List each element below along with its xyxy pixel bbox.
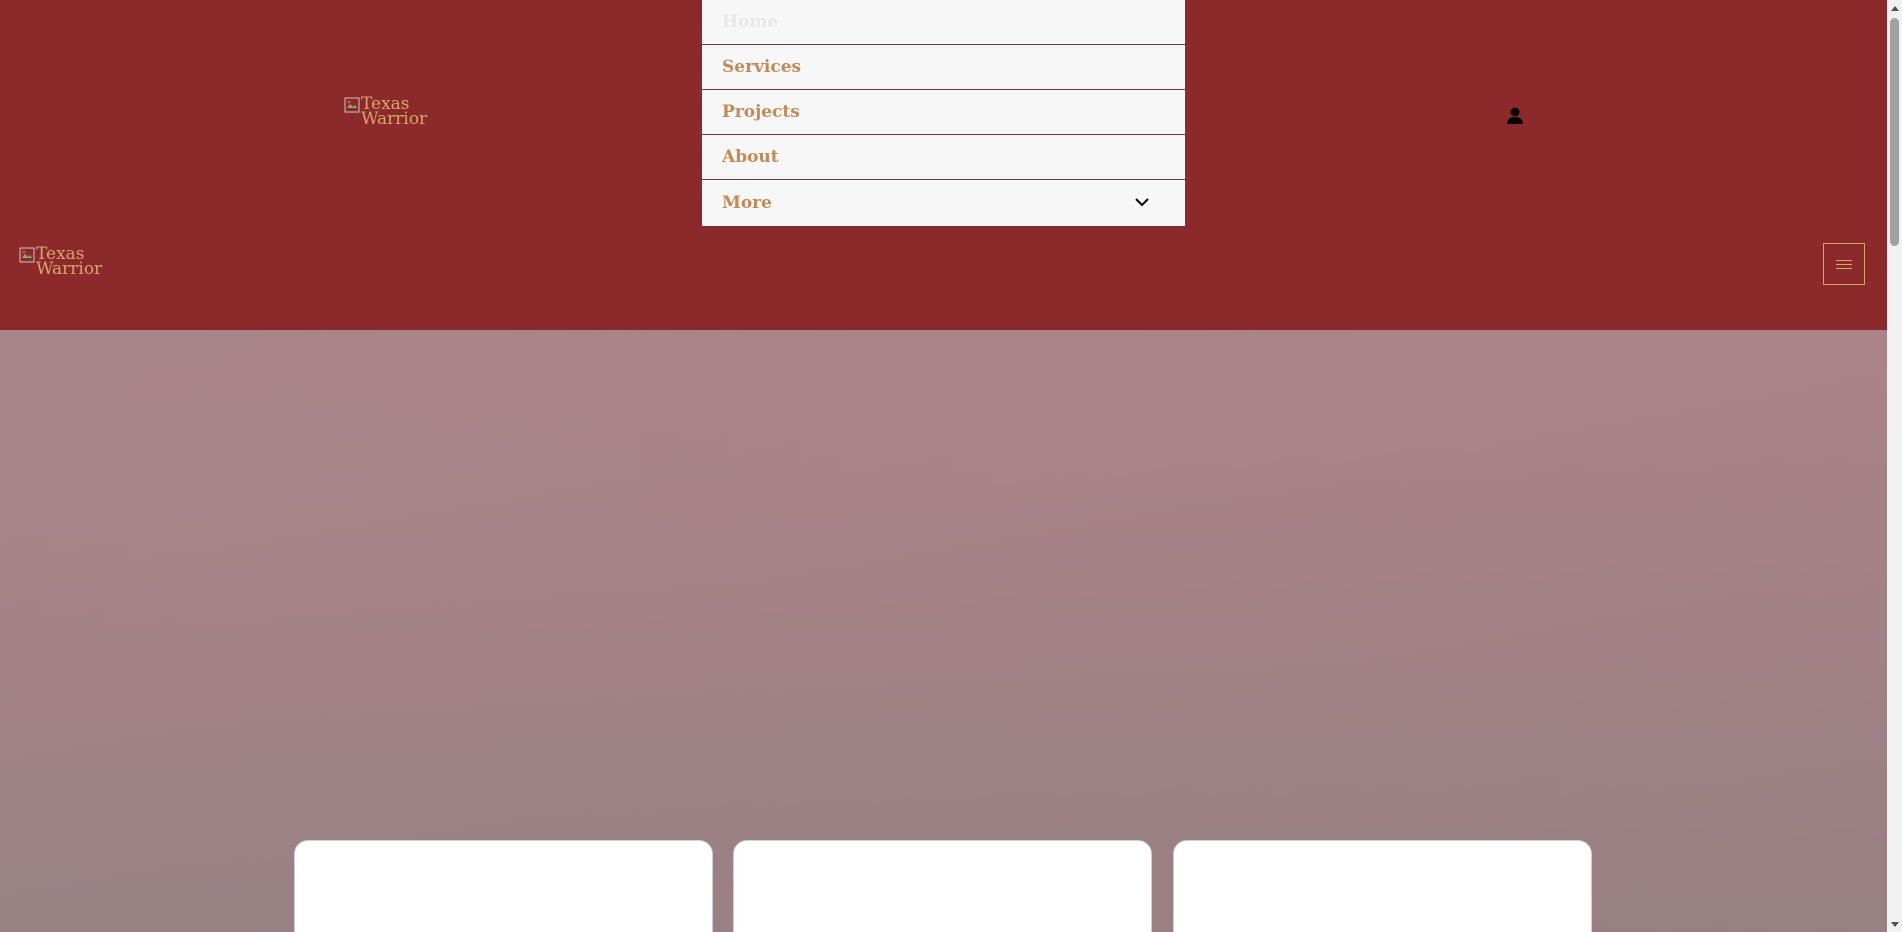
chevron-down-icon (1134, 194, 1150, 210)
vertical-scrollbar[interactable] (1887, 0, 1902, 932)
feature-card (1173, 840, 1592, 932)
feature-card (294, 840, 713, 932)
mobile-site-logo[interactable]: Texas Warrior (19, 246, 103, 279)
scrollbar-thumb[interactable] (1890, 18, 1899, 246)
nav-item-label: Home (722, 12, 779, 32)
nav-item-label: Projects (722, 102, 800, 122)
nav-item-about[interactable]: About (702, 135, 1185, 180)
nav-item-services[interactable]: Services (702, 45, 1185, 90)
logo-text-line2: Warrior (36, 259, 103, 279)
feature-card (733, 840, 1152, 932)
scroll-up-arrow-icon[interactable] (1887, 0, 1902, 15)
broken-image-icon (344, 97, 360, 113)
logo-text-line2: Warrior (361, 109, 428, 129)
scroll-down-arrow-icon[interactable] (1887, 917, 1902, 932)
user-icon[interactable] (1504, 105, 1526, 127)
header-bottom (0, 229, 1887, 330)
nav-item-projects[interactable]: Projects (702, 90, 1185, 135)
hamburger-menu-button[interactable] (1823, 243, 1865, 285)
nav-dropdown: Home Services Projects About More (701, 0, 1186, 227)
broken-image-icon (19, 247, 35, 263)
site-logo[interactable]: Texas Warrior (344, 96, 428, 129)
nav-item-more[interactable]: More (702, 180, 1185, 226)
hamburger-menu-icon (1836, 257, 1852, 272)
nav-item-label: About (722, 147, 779, 167)
nav-item-home[interactable]: Home (702, 0, 1185, 45)
nav-item-label: More (722, 193, 772, 213)
nav-item-label: Services (722, 57, 802, 77)
page: Texas Warrior Texas Warrior Home Service… (0, 0, 1887, 932)
